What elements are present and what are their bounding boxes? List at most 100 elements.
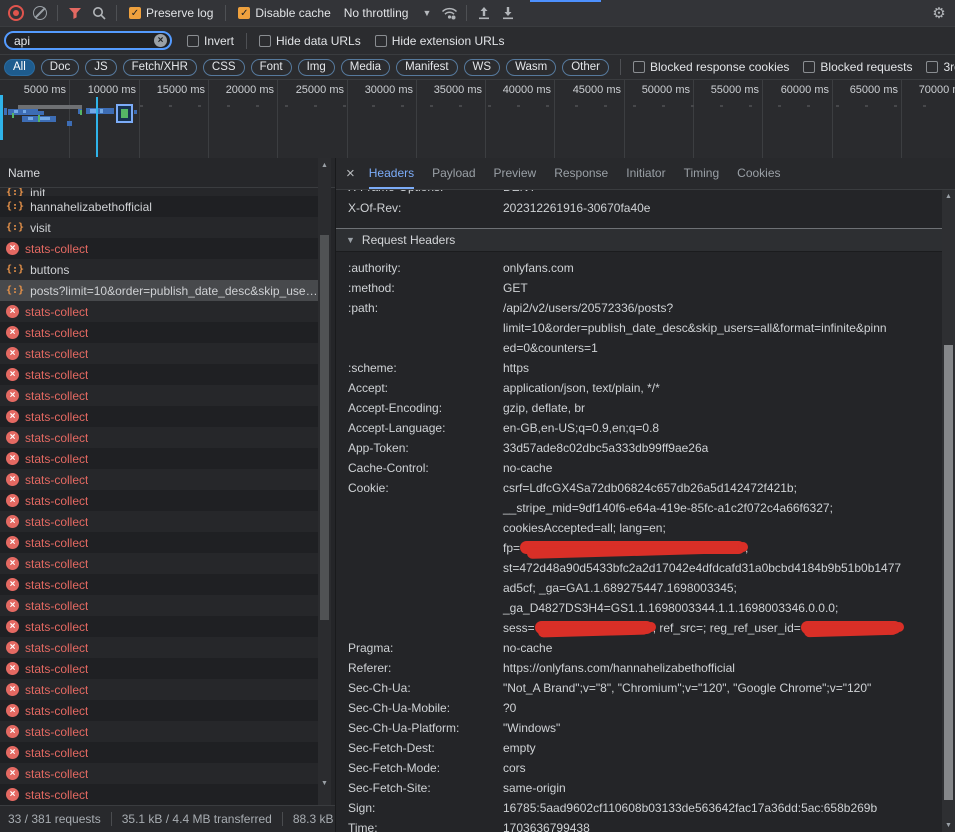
type-filter-img[interactable]: Img	[298, 59, 335, 76]
header-value-line: __stripe_mid=9df140f6-e64a-419e-85fc-a1c…	[503, 498, 942, 518]
type-filter-wasm[interactable]: Wasm	[506, 59, 556, 76]
divider	[57, 5, 58, 21]
list-scrollbar-thumb[interactable]	[320, 235, 329, 620]
checkbox-icon	[633, 61, 645, 73]
type-filter-other[interactable]: Other	[562, 59, 609, 76]
import-har-button[interactable]	[472, 1, 496, 25]
request-row[interactable]: ×stats-collect	[0, 427, 318, 448]
type-filter-doc[interactable]: Doc	[41, 59, 79, 76]
type-filter-media[interactable]: Media	[341, 59, 390, 76]
request-row[interactable]: ×stats-collect	[0, 700, 318, 721]
type-filter-js[interactable]: JS	[85, 59, 116, 76]
request-row[interactable]: ×stats-collect	[0, 448, 318, 469]
request-row[interactable]: {:}hannahelizabethofficial	[0, 196, 318, 217]
request-row[interactable]: {:}posts?limit=10&order=publish_date_des…	[0, 280, 318, 301]
header-row: :authority:onlyfans.com	[336, 258, 942, 278]
preserve-log-checkbox[interactable]: ✓ Preserve log	[129, 6, 213, 20]
tab-initiator[interactable]: Initiator	[626, 158, 665, 189]
header-value-line: en-GB,en-US;q=0.9,en;q=0.8	[503, 418, 942, 438]
filter-checkbox-3rd-party-requests[interactable]: 3rd-party requests	[926, 60, 955, 74]
tab-timing[interactable]: Timing	[684, 158, 720, 189]
request-row[interactable]: ×stats-collect	[0, 721, 318, 742]
settings-gear-icon[interactable]: ⚙	[927, 1, 951, 25]
request-name: stats-collect	[25, 473, 88, 487]
filter-input[interactable]	[4, 31, 172, 50]
name-column-header[interactable]: Name	[0, 158, 335, 188]
activity-dot	[778, 105, 781, 107]
request-row[interactable]: ×stats-collect	[0, 616, 318, 637]
disable-cache-checkbox[interactable]: ✓ Disable cache	[238, 6, 330, 20]
tab-payload[interactable]: Payload	[432, 158, 475, 189]
header-value-line: "Not_A Brand";v="8", "Chromium";v="120",…	[503, 678, 942, 698]
request-row[interactable]: ×stats-collect	[0, 322, 318, 343]
scroll-down-icon[interactable]: ▼	[318, 780, 331, 787]
type-filter-manifest[interactable]: Manifest	[396, 59, 457, 76]
type-filter-font[interactable]: Font	[251, 59, 292, 76]
search-button[interactable]	[87, 1, 111, 25]
request-row[interactable]: ×stats-collect	[0, 574, 318, 595]
record-button[interactable]	[4, 1, 28, 25]
export-har-button[interactable]	[496, 1, 520, 25]
request-row[interactable]: ×stats-collect	[0, 532, 318, 553]
details-scrollbar-thumb[interactable]	[944, 345, 953, 800]
clear-filter-icon[interactable]: ×	[154, 34, 167, 47]
throttling-select[interactable]: No throttling ▼	[344, 6, 432, 20]
request-row[interactable]: {:}visit	[0, 217, 318, 238]
type-filter-all[interactable]: All	[4, 59, 35, 76]
filter-toggle-button[interactable]	[63, 1, 87, 25]
request-row[interactable]: ×stats-collect	[0, 784, 318, 805]
filter-checkbox-hide-extension-urls[interactable]: Hide extension URLs	[375, 34, 505, 48]
header-value-line: ed=0&counters=1	[503, 338, 942, 358]
request-row[interactable]: ×stats-collect	[0, 469, 318, 490]
json-resource-icon: {:}	[6, 222, 24, 233]
tab-headers[interactable]: Headers	[369, 158, 414, 189]
tab-cookies[interactable]: Cookies	[737, 158, 780, 189]
request-row[interactable]: ×stats-collect	[0, 301, 318, 322]
header-value: ?0	[503, 698, 942, 718]
type-filter-css[interactable]: CSS	[203, 59, 245, 76]
timeline-gridline	[69, 80, 70, 158]
request-row[interactable]: ×stats-collect	[0, 763, 318, 784]
request-row[interactable]: ×stats-collect	[0, 511, 318, 532]
request-row[interactable]: ×stats-collect	[0, 658, 318, 679]
request-row[interactable]: ×stats-collect	[0, 343, 318, 364]
request-headers-section-toggle[interactable]: ▼ Request Headers	[336, 228, 942, 252]
request-row[interactable]: {:}buttons	[0, 259, 318, 280]
filter-checkbox-blocked-response-cookies[interactable]: Blocked response cookies	[633, 60, 789, 74]
list-scrollbar[interactable]: ▲ ▼	[318, 158, 331, 805]
type-filter-fetch-xhr[interactable]: Fetch/XHR	[123, 59, 197, 76]
scroll-up-icon[interactable]: ▲	[942, 193, 955, 200]
request-row[interactable]: ×stats-collect	[0, 679, 318, 700]
tab-response[interactable]: Response	[554, 158, 608, 189]
request-row[interactable]: {:}init	[0, 188, 318, 196]
request-row[interactable]: ×stats-collect	[0, 385, 318, 406]
header-name: Cookie:	[336, 478, 503, 498]
filter-checkbox-hide-data-urls[interactable]: Hide data URLs	[259, 34, 361, 48]
network-overview-timeline[interactable]: 5000 ms10000 ms15000 ms20000 ms25000 ms3…	[0, 80, 955, 159]
type-filter-ws[interactable]: WS	[464, 59, 501, 76]
overview-window-handle[interactable]	[0, 95, 3, 140]
request-row[interactable]: ×stats-collect	[0, 406, 318, 427]
timeline-gridline	[693, 80, 694, 158]
scroll-down-icon[interactable]: ▼	[942, 822, 955, 829]
tab-preview[interactable]: Preview	[494, 158, 537, 189]
checkbox-icon	[187, 35, 199, 47]
error-status-icon: ×	[6, 662, 19, 675]
request-row[interactable]: ×stats-collect	[0, 742, 318, 763]
header-value-line: _ga_D4827DS3H4=GS1.1.1698003344.1.1.1698…	[503, 598, 942, 618]
request-row[interactable]: ×stats-collect	[0, 595, 318, 616]
request-row[interactable]: ×stats-collect	[0, 364, 318, 385]
request-row[interactable]: ×stats-collect	[0, 637, 318, 658]
network-conditions-icon	[441, 6, 458, 20]
request-row[interactable]: ×stats-collect	[0, 238, 318, 259]
scroll-up-icon[interactable]: ▲	[318, 162, 331, 169]
request-row[interactable]: ×stats-collect	[0, 490, 318, 511]
details-scrollbar[interactable]: ▲ ▼	[942, 190, 955, 832]
filter-checkbox-invert[interactable]: Invert	[187, 34, 234, 48]
network-conditions-button[interactable]	[437, 1, 461, 25]
request-row[interactable]: ×stats-collect	[0, 553, 318, 574]
close-icon[interactable]: ×	[346, 165, 355, 182]
clear-button[interactable]	[28, 1, 52, 25]
filter-checkbox-blocked-requests[interactable]: Blocked requests	[803, 60, 912, 74]
divider	[225, 5, 226, 21]
